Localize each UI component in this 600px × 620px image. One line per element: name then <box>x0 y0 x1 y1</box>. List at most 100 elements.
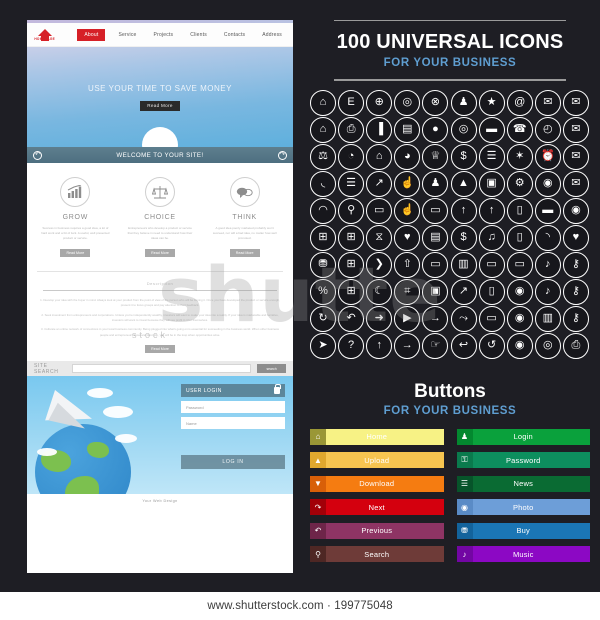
button-next[interactable]: ↷ Next <box>310 499 444 515</box>
notebook-icon[interactable]: ▭ <box>507 252 533 278</box>
percent-icon[interactable]: % <box>310 279 336 305</box>
globe-icon[interactable]: ◎ <box>394 90 420 116</box>
clock-icon[interactable]: ◴ <box>535 117 561 143</box>
music-note-icon[interactable]: ♫ <box>479 225 505 251</box>
button-upload[interactable]: ▲ Upload <box>310 452 444 468</box>
money-bag-icon[interactable]: $ <box>451 144 477 170</box>
server-icon[interactable]: ☰ <box>479 144 505 170</box>
rocket-launch-icon[interactable]: ↗ <box>366 171 392 197</box>
photo-frame-icon[interactable]: ▣ <box>479 171 505 197</box>
site-search-input[interactable] <box>72 364 251 373</box>
bed-icon[interactable]: ▬ <box>535 198 561 224</box>
nav-item-about[interactable]: About <box>77 29 105 41</box>
hero-read-more-button[interactable]: Read More <box>140 101 179 111</box>
document-icon[interactable]: ὜E <box>338 90 364 116</box>
log-in-button[interactable]: LOG IN <box>181 455 285 469</box>
rocket-icon[interactable]: ↑ <box>451 198 477 224</box>
button-download[interactable]: ▼ Download <box>310 476 444 492</box>
globe-grid-icon[interactable]: ⊕ <box>366 90 392 116</box>
moon-icon[interactable]: ☾ <box>366 279 392 305</box>
chevron-right-icon[interactable]: ❯ <box>366 252 392 278</box>
presentation-icon[interactable]: ▤ <box>394 117 420 143</box>
headset-icon[interactable]: ♪ <box>535 279 561 305</box>
target-icon[interactable]: ◎ <box>451 117 477 143</box>
bar-chart-icon[interactable]: ▐ <box>366 117 392 143</box>
button-search[interactable]: ⚲ Search <box>310 546 444 562</box>
nav-item-clients[interactable]: Clients <box>186 29 211 41</box>
bank-icon[interactable]: ⌂ <box>366 144 392 170</box>
graduation-cap-icon[interactable]: ▲ <box>451 171 477 197</box>
gift-small-icon[interactable]: ⊞ <box>338 279 364 305</box>
envelope-open-icon[interactable]: ✉ <box>563 117 589 143</box>
password-field[interactable]: Password <box>181 401 285 413</box>
play-icon[interactable]: ▶ <box>394 306 420 332</box>
bench-icon[interactable]: ▤ <box>422 225 448 251</box>
site-search-button[interactable]: search <box>257 364 286 373</box>
tablet-icon[interactable]: ▯ <box>507 225 533 251</box>
present-icon[interactable]: ⊞ <box>338 252 364 278</box>
key-alt-icon[interactable]: ⚷ <box>563 279 589 305</box>
video-camera-icon[interactable]: ◎ <box>535 333 561 359</box>
dollar-icon[interactable]: $ <box>451 225 477 251</box>
button-previous[interactable]: ↶ Previous <box>310 523 444 539</box>
button-news[interactable]: ☰ News <box>457 476 591 492</box>
smartphone-icon[interactable]: ▯ <box>479 279 505 305</box>
cassette-icon[interactable]: ▥ <box>535 306 561 332</box>
hand-pointer-icon[interactable]: ☞ <box>422 333 448 359</box>
gift-icon[interactable]: ⊞ <box>338 225 364 251</box>
name-field[interactable]: Name <box>181 417 285 429</box>
laptop-icon[interactable]: ▭ <box>422 252 448 278</box>
mail-plain-icon[interactable]: ✉ <box>563 171 589 197</box>
tv-icon[interactable]: ▭ <box>422 198 448 224</box>
photo-camera-icon[interactable]: ◉ <box>507 306 533 332</box>
file-stack-icon[interactable]: ☰ <box>338 171 364 197</box>
hourglass-icon[interactable]: ⧖ <box>366 225 392 251</box>
button-login[interactable]: ♟ Login <box>457 429 591 445</box>
missile-icon[interactable]: ↑ <box>479 198 505 224</box>
award-badge-icon[interactable]: ★ <box>479 90 505 116</box>
key-hole-icon[interactable]: ⚷ <box>563 306 589 332</box>
user-tie-icon[interactable]: ♟ <box>422 171 448 197</box>
home-icon[interactable]: ⌂ <box>310 90 336 116</box>
world-globe-icon[interactable]: ● <box>422 117 448 143</box>
undo-icon[interactable]: ↶ <box>338 306 364 332</box>
arrow-right-round-icon[interactable]: ➜ <box>366 306 392 332</box>
shopping-bag-icon[interactable]: ▭ <box>366 198 392 224</box>
arrow-right-bar-icon[interactable]: → <box>422 306 448 332</box>
record-icon[interactable]: ◉ <box>535 171 561 197</box>
printer-doc-icon[interactable]: ⎙ <box>338 117 364 143</box>
card-reader-icon[interactable]: ▥ <box>451 252 477 278</box>
refresh-icon[interactable]: ↻ <box>310 306 336 332</box>
gift-box-icon[interactable]: ⊞ <box>310 225 336 251</box>
grid-icon[interactable]: ⌗ <box>394 279 420 305</box>
phone-icon[interactable]: ☎ <box>507 117 533 143</box>
screen-icon[interactable]: ▭ <box>479 306 505 332</box>
feature-read-more-button[interactable]: Read More <box>60 249 90 257</box>
arrow-up-icon[interactable]: ⇧ <box>394 252 420 278</box>
article-read-more-button[interactable]: Read More <box>145 345 175 353</box>
at-sign-icon[interactable]: @ <box>507 90 533 116</box>
pie-doc-icon[interactable]: ◔ <box>338 144 364 170</box>
users-group-icon[interactable]: ♟ <box>451 90 477 116</box>
cursor-icon[interactable]: ➤ <box>310 333 336 359</box>
gear-icon[interactable]: ⚙ <box>507 171 533 197</box>
heart-leaf-icon[interactable]: ♥ <box>563 225 589 251</box>
site-logo[interactable]: HOMEPAGE <box>34 29 55 41</box>
feature-read-more-button[interactable]: Read More <box>230 249 260 257</box>
feature-read-more-button[interactable]: Read More <box>145 249 175 257</box>
button-photo[interactable]: ◉ Photo <box>457 499 591 515</box>
mail-send-icon[interactable]: ✉ <box>563 144 589 170</box>
print-icon[interactable]: ⎙ <box>563 333 589 359</box>
nav-item-contacts[interactable]: Contacts <box>220 29 249 41</box>
arrow-left-circle-icon[interactable]: ↶ <box>33 151 42 160</box>
arrow-diagonal-icon[interactable]: ↗ <box>451 279 477 305</box>
arrow-up-line-icon[interactable]: ↑ <box>366 333 392 359</box>
question-icon[interactable]: ? <box>338 333 364 359</box>
nav-item-service[interactable]: Service <box>114 29 140 41</box>
button-home[interactable]: ⌂ Home <box>310 429 444 445</box>
circle-dot-icon[interactable]: ◉ <box>563 198 589 224</box>
pie-chart-icon[interactable]: ◕ <box>394 144 420 170</box>
arrow-right-circle-icon[interactable]: ↷ <box>278 151 287 160</box>
mobile-phone-icon[interactable]: ▯ <box>507 198 533 224</box>
briefcase-icon[interactable]: ▬ <box>479 117 505 143</box>
